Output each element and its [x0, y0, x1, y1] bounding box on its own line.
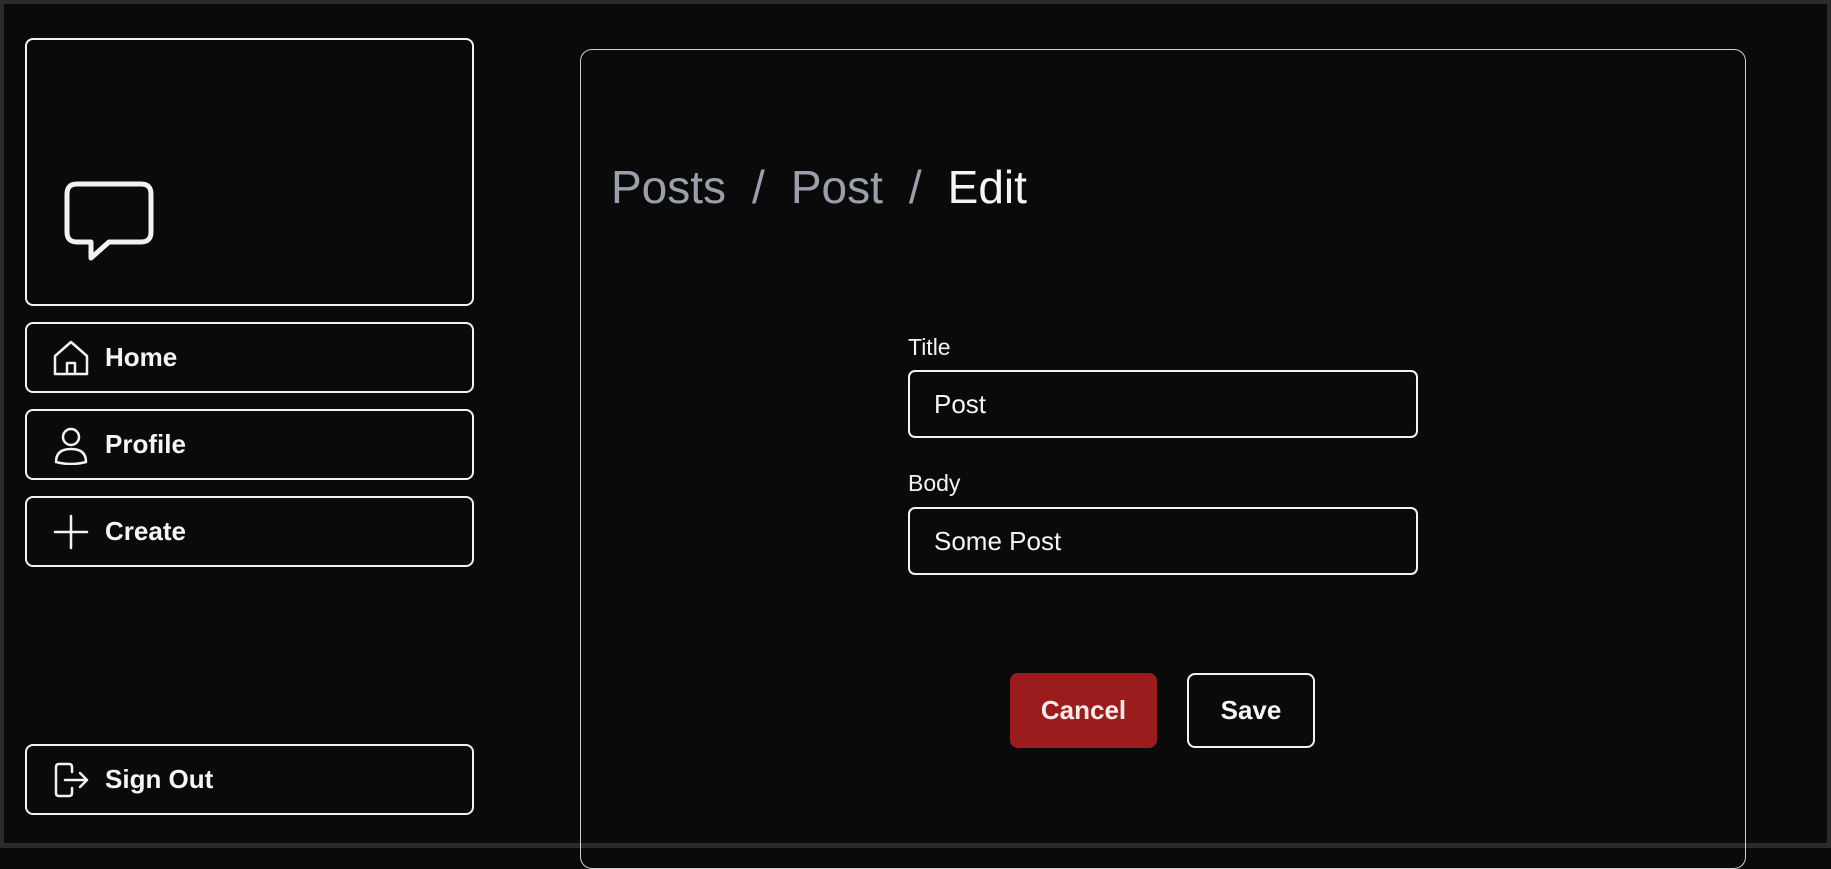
- app-window: Home Profile Create Sign Out Posts / Pos…: [0, 0, 1831, 869]
- sign-out-label: Sign Out: [105, 764, 214, 794]
- body-label: Body: [908, 470, 961, 496]
- logo-card: [25, 38, 474, 306]
- save-button[interactable]: Save: [1187, 673, 1315, 748]
- nav-profile-button[interactable]: Profile: [25, 409, 474, 480]
- breadcrumb-separator: /: [908, 161, 922, 213]
- title-label: Title: [908, 334, 951, 360]
- breadcrumb: Posts / Post / Edit: [611, 160, 1027, 214]
- user-icon: [51, 425, 97, 465]
- sign-out-button[interactable]: Sign Out: [25, 744, 474, 815]
- breadcrumb-current: Edit: [947, 161, 1027, 213]
- title-input[interactable]: [908, 370, 1418, 438]
- breadcrumb-post-link[interactable]: Post: [791, 160, 883, 214]
- home-icon: [51, 338, 97, 378]
- cancel-button[interactable]: Cancel: [1010, 673, 1157, 748]
- nav-home-label: Home: [105, 342, 178, 372]
- nav-home-button[interactable]: Home: [25, 322, 474, 393]
- nav-create-button[interactable]: Create: [25, 496, 474, 567]
- breadcrumb-posts-link[interactable]: Posts: [611, 160, 726, 214]
- plus-icon: [51, 512, 97, 552]
- breadcrumb-separator: /: [752, 161, 765, 213]
- nav-create-label: Create: [105, 516, 186, 546]
- nav-profile-label: Profile: [105, 429, 186, 459]
- sign-out-icon: [51, 760, 97, 800]
- body-input[interactable]: [908, 507, 1418, 575]
